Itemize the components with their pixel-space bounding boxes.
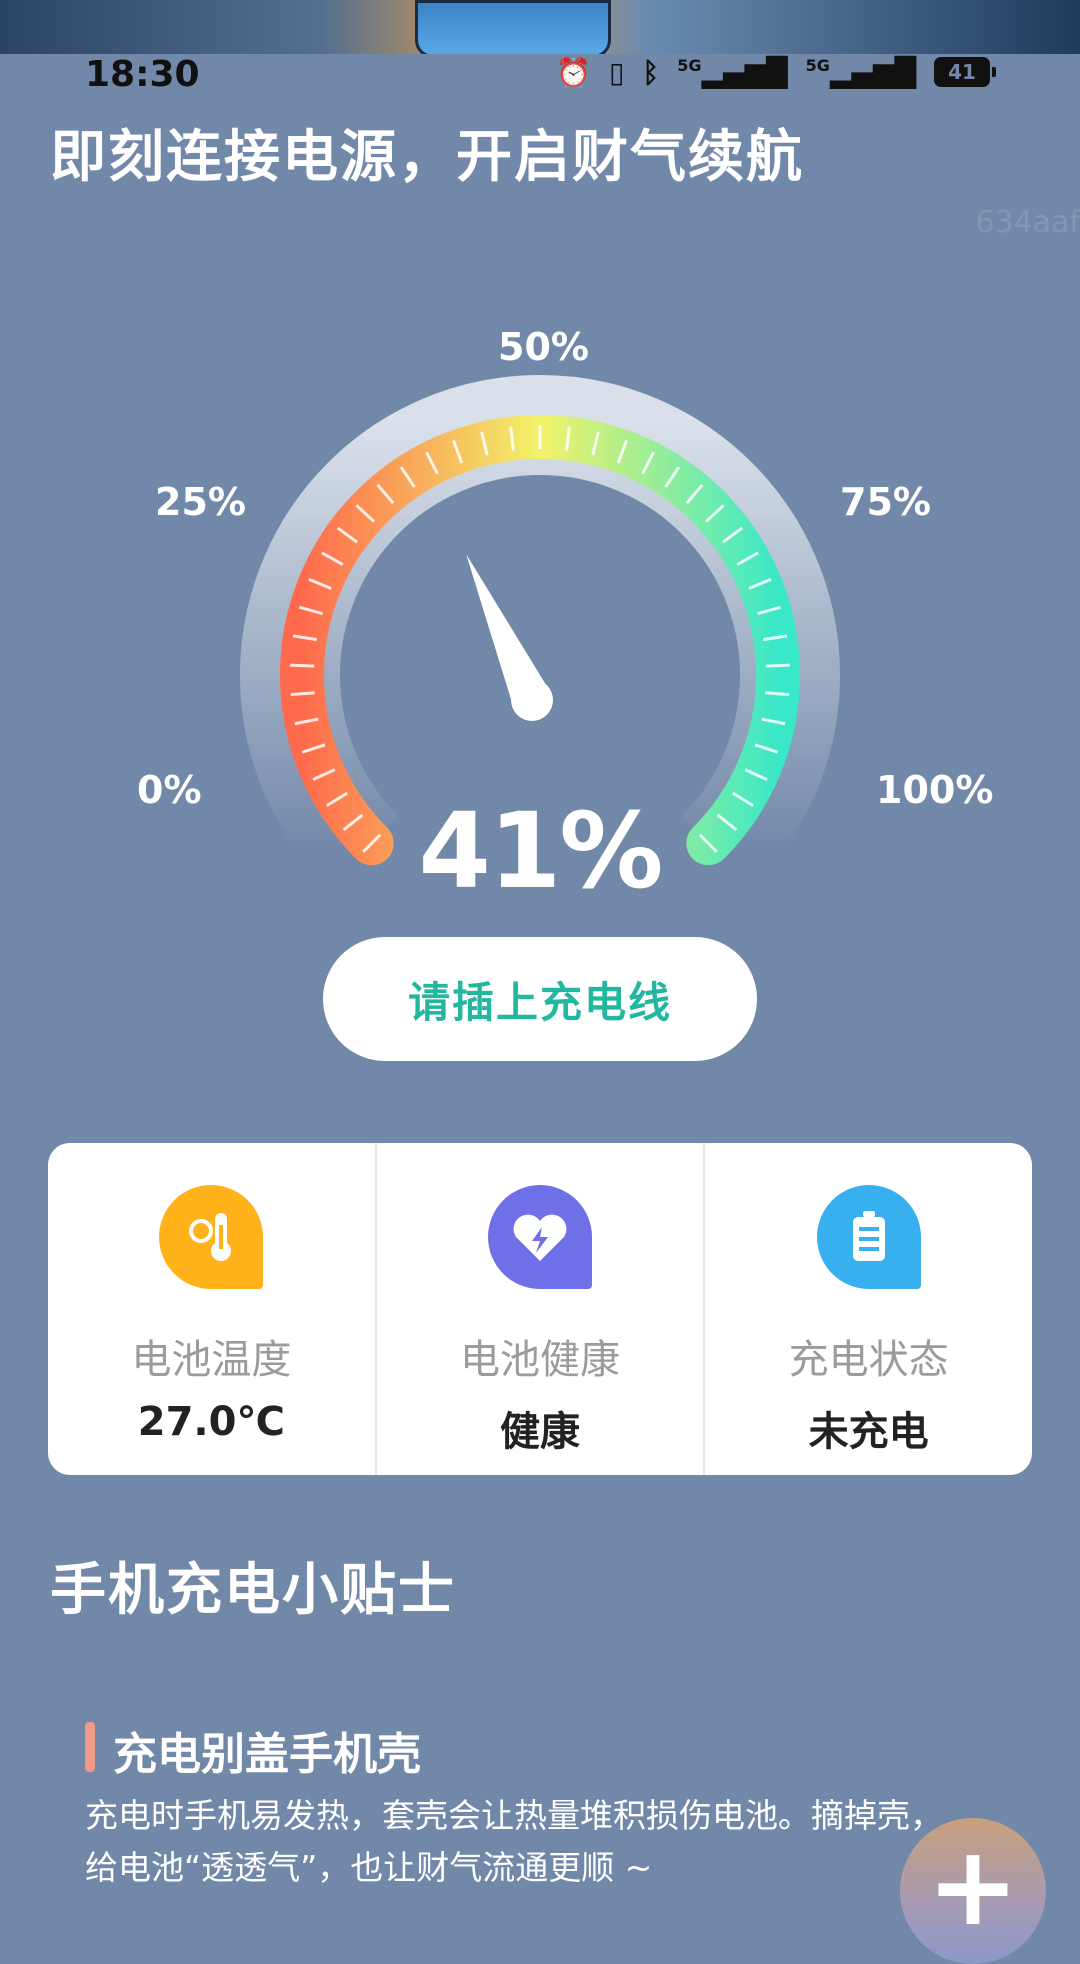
status-icons: ⏰ ▯ ᛒ 5G▂▄▆█ 5G▂▄▆█ 41	[556, 54, 996, 90]
thermometer-sun-icon	[159, 1185, 264, 1289]
card-label: 电池温度	[131, 1337, 292, 1383]
tip-accent-bar	[85, 1722, 95, 1772]
card-value: 27.0℃	[137, 1399, 285, 1445]
card-value: 健康	[500, 1409, 580, 1455]
alarm-icon: ⏰	[556, 55, 591, 89]
card-value: 未充电	[808, 1409, 929, 1455]
vibrate-icon: ▯	[608, 55, 625, 89]
card-label: 电池健康	[460, 1337, 620, 1383]
tip-item-text: 充电时手机易发热，套壳会让热量堆积损伤电池。摘掉壳，给电池“透透气”，也让财气流…	[85, 1796, 943, 1887]
page-headline: 即刻连接电源，开启财气续航	[50, 125, 804, 190]
battery-info-cards: 电池温度 27.0℃ 电池健康 健康 充电状态 未充电	[48, 1143, 1032, 1475]
battery-icon	[816, 1185, 921, 1289]
plus-icon: +	[926, 1822, 1020, 1950]
battery-gauge: 0% 25% 50% 75% 100% 41%	[0, 300, 1080, 920]
watermark: 634aaf	[975, 205, 1080, 240]
tips-section-title: 手机充电小贴士	[50, 1558, 456, 1623]
card-charging-status[interactable]: 充电状态 未充电	[703, 1143, 1032, 1475]
status-time: 18:30	[85, 54, 200, 95]
card-health[interactable]: 电池健康 健康	[374, 1143, 704, 1475]
bluetooth-icon: ᛒ	[642, 55, 660, 89]
gauge-label-25: 25%	[155, 480, 246, 524]
card-temperature[interactable]: 电池温度 27.0℃	[48, 1143, 375, 1475]
gauge-label-50: 50%	[498, 325, 589, 369]
gauge-label-75: 75%	[840, 480, 931, 524]
status-bar: 18:30 ⏰ ▯ ᛒ 5G▂▄▆█ 5G▂▄▆█ 41	[0, 54, 1080, 95]
signal-5g-icon: 5G▂▄▆█	[805, 55, 916, 89]
card-label: 充电状态	[788, 1337, 949, 1383]
gauge-tick	[290, 663, 315, 668]
signal-5g-icon: 5G▂▄▆█	[677, 55, 788, 89]
gauge-hub	[511, 679, 553, 721]
heart-bolt-icon	[488, 1185, 592, 1289]
tip-item-title: 充电别盖手机壳	[113, 1729, 421, 1780]
top-banner-image	[0, 0, 1080, 54]
gauge-tick	[290, 691, 315, 697]
battery-percent: 41%	[418, 790, 664, 912]
plug-in-button[interactable]: 请插上充电线	[323, 937, 757, 1061]
add-fab-button[interactable]: +	[900, 1818, 1046, 1964]
gauge-tick	[765, 691, 790, 697]
battery-status-icon: 41	[934, 57, 996, 87]
gauge-tick	[765, 663, 790, 668]
